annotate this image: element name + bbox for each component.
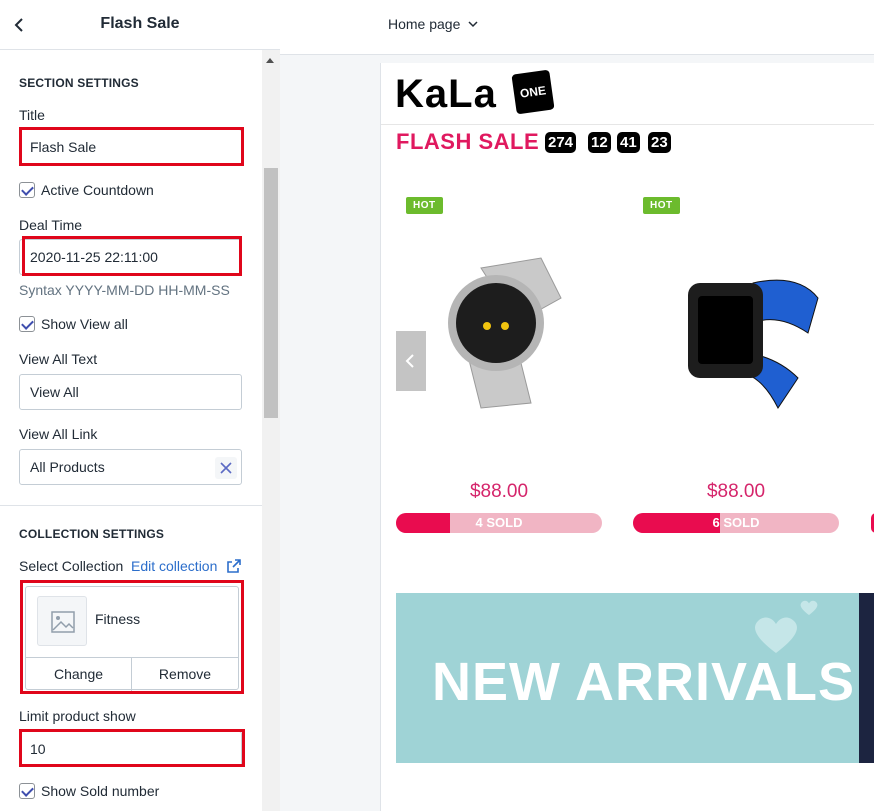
deal-time-label: Deal Time: [19, 217, 83, 233]
page-selector[interactable]: Home page: [388, 16, 479, 32]
limit-product-label: Limit product show: [19, 708, 136, 724]
countdown-minutes: 41: [617, 132, 640, 153]
sold-progress-bar: 4 SOLD: [396, 513, 602, 533]
view-all-link-label: View All Link: [19, 426, 98, 442]
sidebar-title: Flash Sale: [100, 15, 180, 32]
product-card[interactable]: HOT $88.00 6 SOLD: [633, 193, 839, 543]
close-icon: [220, 462, 232, 474]
view-all-text-input[interactable]: View All: [19, 374, 242, 410]
hot-badge: HOT: [643, 197, 680, 214]
store-preview: KaLa ONE FLASH SALE 274 12 41 23 HOT $88…: [380, 63, 874, 811]
show-sold-row[interactable]: Show Sold number: [19, 783, 159, 800]
smartwatch-image: [688, 279, 819, 409]
chevron-down-icon: [468, 21, 478, 28]
product-price: $88.00: [706, 481, 766, 502]
section-settings-heading: SECTION SETTINGS: [19, 76, 139, 90]
external-link-icon[interactable]: [226, 558, 242, 574]
banner-title: NEW ARRIVALS: [432, 652, 855, 712]
store-logo[interactable]: KaLa: [395, 74, 497, 114]
countdown-days: 274: [545, 132, 577, 153]
edit-collection-link[interactable]: Edit collection: [131, 558, 217, 574]
show-sold-label: Show Sold number: [41, 783, 160, 799]
show-view-all-row[interactable]: Show View all: [19, 316, 128, 333]
show-view-all-label: Show View all: [41, 316, 128, 332]
collection-settings-heading: COLLECTION SETTINGS: [19, 527, 165, 541]
section-divider: [0, 505, 262, 506]
sold-count: 6 SOLD: [712, 515, 760, 530]
active-countdown-checkbox[interactable]: [19, 182, 35, 199]
product-card[interactable]: HOT $88.00 4 SOLD: [396, 193, 602, 543]
highlight-box-title: [19, 127, 244, 166]
banner-edge: [859, 593, 874, 763]
sidebar-content: SECTION SETTINGS Title Flash Sale Active…: [0, 50, 280, 811]
scrollbar-thumb[interactable]: [264, 168, 278, 418]
page-selector-label: Home page: [388, 16, 461, 32]
clear-link-button[interactable]: [215, 457, 237, 479]
store-header: KaLa ONE: [381, 63, 874, 125]
sold-progress-bar: 6 SOLD: [633, 513, 839, 533]
smartwatch-image: [448, 257, 562, 409]
editor-topbar: Home page: [280, 0, 874, 55]
scroll-up-arrow-icon[interactable]: [266, 58, 274, 63]
hot-badge: HOT: [406, 197, 443, 214]
active-countdown-label: Active Countdown: [41, 182, 154, 198]
show-view-all-checkbox[interactable]: [19, 316, 35, 333]
show-sold-checkbox[interactable]: [19, 783, 35, 800]
sidebar-header: Flash Sale: [0, 0, 280, 50]
new-arrivals-banner[interactable]: NEW ARRIVALS: [396, 593, 874, 763]
countdown-hours: 12: [588, 132, 611, 153]
active-countdown-row[interactable]: Active Countdown: [19, 182, 154, 199]
flash-sale-title: FLASH SALE: [396, 129, 540, 154]
logo-badge: ONE: [511, 69, 555, 115]
select-collection-label: Select Collection: [19, 558, 124, 574]
sidebar-scrollbar[interactable]: [262, 50, 280, 811]
countdown-seconds: 23: [648, 132, 671, 153]
carousel-prev-button[interactable]: [396, 331, 426, 391]
highlight-box-deal-time: [22, 236, 242, 276]
title-label: Title: [19, 107, 45, 123]
chevron-left-icon: [405, 354, 414, 368]
view-all-link-input[interactable]: All Products: [19, 449, 242, 485]
deal-time-help: Syntax YYYY-MM-DD HH-MM-SS: [19, 282, 230, 298]
heart-decoration-icon: [800, 600, 818, 615]
settings-sidebar: Flash Sale SECTION SETTINGS Title Flash …: [0, 0, 280, 811]
highlight-box-collection: [20, 580, 244, 694]
sold-count: 4 SOLD: [475, 515, 523, 530]
product-price: $88.00: [469, 481, 529, 502]
highlight-box-limit: [19, 729, 245, 767]
view-all-text-label: View All Text: [19, 351, 98, 367]
